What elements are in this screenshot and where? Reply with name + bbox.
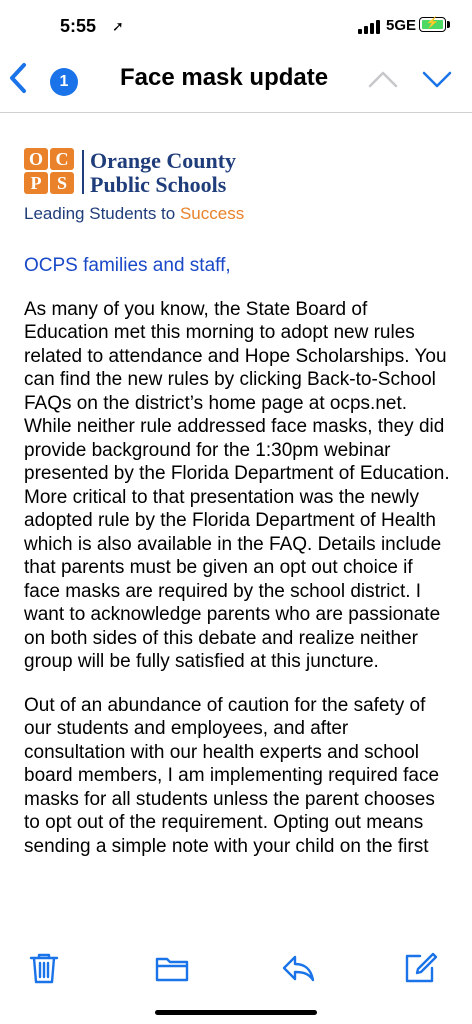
folder-icon[interactable] xyxy=(154,950,190,986)
divider xyxy=(0,112,472,113)
nav-bar: 1 Face mask update xyxy=(0,50,472,110)
next-message-icon[interactable] xyxy=(420,64,454,94)
previous-message-icon[interactable] xyxy=(366,64,400,94)
bottom-toolbar xyxy=(0,908,472,1024)
email-body: OCPS families and staff, As many of you … xyxy=(24,254,452,878)
logo-org-line2: Public Schools xyxy=(90,172,227,197)
logo-letter: C xyxy=(50,148,74,170)
message-subject-title: Face mask update xyxy=(120,64,329,91)
tagline-accent: Success xyxy=(179,204,245,223)
battery-tip xyxy=(447,21,450,28)
chevron-left-icon xyxy=(10,63,26,93)
ocps-logo: O C P S Orange County Public Schools Lea… xyxy=(24,148,284,238)
network-type: 5GE xyxy=(386,17,417,34)
back-button[interactable]: 1 xyxy=(4,56,78,100)
status-bar: 5:55 ➚ 5GE ⚡ xyxy=(0,0,472,50)
tagline-text: Leading Students to xyxy=(24,204,180,223)
compose-icon[interactable] xyxy=(402,950,438,986)
battery-icon: ⚡ xyxy=(419,17,446,32)
email-greeting: OCPS families and staff, xyxy=(24,255,231,276)
email-paragraph: Out of an abundance of caution for the s… xyxy=(24,694,440,857)
status-time: 5:55 xyxy=(60,16,97,36)
logo-org-line1: Orange County xyxy=(90,148,237,173)
ocps-logo-mark: O C P S xyxy=(24,148,76,196)
logo-tagline: Leading Students to Success xyxy=(24,204,244,224)
battery-charging-label: ⚡ xyxy=(425,17,440,29)
reply-icon[interactable] xyxy=(280,950,316,986)
home-indicator[interactable] xyxy=(155,1010,317,1015)
trash-icon[interactable] xyxy=(26,950,62,986)
signal-icon xyxy=(358,20,382,34)
logo-divider xyxy=(82,150,84,194)
unread-count-badge: 1 xyxy=(50,68,78,96)
logo-letter: P xyxy=(24,172,48,194)
location-icon: ➚ xyxy=(112,18,124,34)
logo-letter: O xyxy=(24,148,48,170)
email-paragraph: As many of you know, the State Board of … xyxy=(24,298,450,673)
logo-letter: S xyxy=(50,172,74,194)
